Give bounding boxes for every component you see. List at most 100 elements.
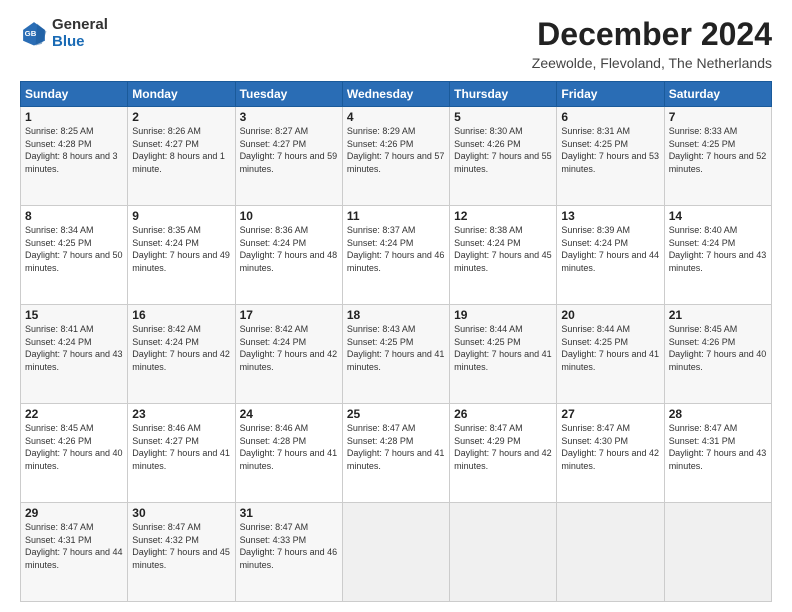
logo-icon: GB (20, 19, 48, 47)
day-header-monday: Monday (128, 82, 235, 107)
day-info: Sunrise: 8:29 AMSunset: 4:26 PMDaylight:… (347, 126, 445, 174)
calendar-cell: 9 Sunrise: 8:35 AMSunset: 4:24 PMDaylight… (128, 206, 235, 305)
header: GB General Blue December 2024 Zeewolde, … (20, 16, 772, 71)
day-info: Sunrise: 8:44 AMSunset: 4:25 PMDaylight:… (454, 324, 552, 372)
page: GB General Blue December 2024 Zeewolde, … (0, 0, 792, 612)
day-number: 16 (132, 308, 230, 322)
day-info: Sunrise: 8:45 AMSunset: 4:26 PMDaylight:… (25, 423, 123, 471)
week-row-2: 8 Sunrise: 8:34 AMSunset: 4:25 PMDaylight… (21, 206, 772, 305)
day-header-tuesday: Tuesday (235, 82, 342, 107)
day-number: 10 (240, 209, 338, 223)
day-info: Sunrise: 8:42 AMSunset: 4:24 PMDaylight:… (132, 324, 230, 372)
day-info: Sunrise: 8:41 AMSunset: 4:24 PMDaylight:… (25, 324, 123, 372)
calendar-cell: 12 Sunrise: 8:38 AMSunset: 4:24 PMDayligh… (450, 206, 557, 305)
day-info: Sunrise: 8:38 AMSunset: 4:24 PMDaylight:… (454, 225, 552, 273)
day-info: Sunrise: 8:39 AMSunset: 4:24 PMDaylight:… (561, 225, 659, 273)
logo: GB General Blue (20, 16, 108, 51)
day-info: Sunrise: 8:47 AMSunset: 4:30 PMDaylight:… (561, 423, 659, 471)
calendar-cell (557, 503, 664, 602)
calendar-cell (664, 503, 771, 602)
day-info: Sunrise: 8:46 AMSunset: 4:27 PMDaylight:… (132, 423, 230, 471)
title-block: December 2024 Zeewolde, Flevoland, The N… (532, 16, 772, 71)
day-number: 8 (25, 209, 123, 223)
day-header-friday: Friday (557, 82, 664, 107)
day-info: Sunrise: 8:47 AMSunset: 4:31 PMDaylight:… (25, 522, 123, 570)
week-row-5: 29 Sunrise: 8:47 AMSunset: 4:31 PMDayligh… (21, 503, 772, 602)
calendar-cell: 16 Sunrise: 8:42 AMSunset: 4:24 PMDayligh… (128, 305, 235, 404)
day-info: Sunrise: 8:47 AMSunset: 4:32 PMDaylight:… (132, 522, 230, 570)
calendar-cell: 17 Sunrise: 8:42 AMSunset: 4:24 PMDayligh… (235, 305, 342, 404)
day-info: Sunrise: 8:35 AMSunset: 4:24 PMDaylight:… (132, 225, 230, 273)
calendar-cell: 24 Sunrise: 8:46 AMSunset: 4:28 PMDayligh… (235, 404, 342, 503)
day-number: 27 (561, 407, 659, 421)
day-info: Sunrise: 8:27 AMSunset: 4:27 PMDaylight:… (240, 126, 338, 174)
day-number: 11 (347, 209, 445, 223)
day-info: Sunrise: 8:36 AMSunset: 4:24 PMDaylight:… (240, 225, 338, 273)
day-info: Sunrise: 8:47 AMSunset: 4:31 PMDaylight:… (669, 423, 767, 471)
day-number: 13 (561, 209, 659, 223)
day-number: 25 (347, 407, 445, 421)
calendar-cell: 21 Sunrise: 8:45 AMSunset: 4:26 PMDayligh… (664, 305, 771, 404)
day-number: 2 (132, 110, 230, 124)
svg-text:GB: GB (25, 29, 37, 38)
day-number: 4 (347, 110, 445, 124)
day-info: Sunrise: 8:34 AMSunset: 4:25 PMDaylight:… (25, 225, 123, 273)
week-row-1: 1 Sunrise: 8:25 AMSunset: 4:28 PMDaylight… (21, 107, 772, 206)
calendar-cell: 19 Sunrise: 8:44 AMSunset: 4:25 PMDayligh… (450, 305, 557, 404)
calendar-cell: 27 Sunrise: 8:47 AMSunset: 4:30 PMDayligh… (557, 404, 664, 503)
day-header-thursday: Thursday (450, 82, 557, 107)
day-info: Sunrise: 8:37 AMSunset: 4:24 PMDaylight:… (347, 225, 445, 273)
calendar-cell: 25 Sunrise: 8:47 AMSunset: 4:28 PMDayligh… (342, 404, 449, 503)
month-title: December 2024 (532, 16, 772, 53)
day-info: Sunrise: 8:47 AMSunset: 4:29 PMDaylight:… (454, 423, 552, 471)
calendar-cell: 5 Sunrise: 8:30 AMSunset: 4:26 PMDaylight… (450, 107, 557, 206)
day-number: 15 (25, 308, 123, 322)
day-number: 17 (240, 308, 338, 322)
day-number: 9 (132, 209, 230, 223)
day-info: Sunrise: 8:47 AMSunset: 4:28 PMDaylight:… (347, 423, 445, 471)
day-info: Sunrise: 8:47 AMSunset: 4:33 PMDaylight:… (240, 522, 338, 570)
day-number: 1 (25, 110, 123, 124)
day-number: 5 (454, 110, 552, 124)
day-number: 6 (561, 110, 659, 124)
calendar-cell: 22 Sunrise: 8:45 AMSunset: 4:26 PMDayligh… (21, 404, 128, 503)
week-row-4: 22 Sunrise: 8:45 AMSunset: 4:26 PMDayligh… (21, 404, 772, 503)
day-info: Sunrise: 8:45 AMSunset: 4:26 PMDaylight:… (669, 324, 767, 372)
day-info: Sunrise: 8:42 AMSunset: 4:24 PMDaylight:… (240, 324, 338, 372)
calendar-table: SundayMondayTuesdayWednesdayThursdayFrid… (20, 81, 772, 602)
day-info: Sunrise: 8:25 AMSunset: 4:28 PMDaylight:… (25, 126, 118, 174)
day-info: Sunrise: 8:46 AMSunset: 4:28 PMDaylight:… (240, 423, 338, 471)
calendar-cell: 26Sunrise: 8:47 AMSunset: 4:29 PMDayligh… (450, 404, 557, 503)
calendar-cell: 3Sunrise: 8:27 AMSunset: 4:27 PMDaylight… (235, 107, 342, 206)
calendar-cell: 18Sunrise: 8:43 AMSunset: 4:25 PMDayligh… (342, 305, 449, 404)
calendar-cell: 10 Sunrise: 8:36 AMSunset: 4:24 PMDayligh… (235, 206, 342, 305)
day-number: 24 (240, 407, 338, 421)
calendar-cell: 20Sunrise: 8:44 AMSunset: 4:25 PMDayligh… (557, 305, 664, 404)
day-number: 12 (454, 209, 552, 223)
day-header-saturday: Saturday (664, 82, 771, 107)
day-number: 30 (132, 506, 230, 520)
day-number: 7 (669, 110, 767, 124)
day-info: Sunrise: 8:33 AMSunset: 4:25 PMDaylight:… (669, 126, 767, 174)
day-number: 29 (25, 506, 123, 520)
day-number: 23 (132, 407, 230, 421)
calendar-cell (342, 503, 449, 602)
day-number: 19 (454, 308, 552, 322)
day-number: 22 (25, 407, 123, 421)
day-info: Sunrise: 8:43 AMSunset: 4:25 PMDaylight:… (347, 324, 445, 372)
calendar-cell: 2 Sunrise: 8:26 AMSunset: 4:27 PMDaylight… (128, 107, 235, 206)
week-row-3: 15 Sunrise: 8:41 AMSunset: 4:24 PMDayligh… (21, 305, 772, 404)
day-number: 21 (669, 308, 767, 322)
calendar-cell: 1 Sunrise: 8:25 AMSunset: 4:28 PMDaylight… (21, 107, 128, 206)
calendar-cell: 13 Sunrise: 8:39 AMSunset: 4:24 PMDayligh… (557, 206, 664, 305)
day-info: Sunrise: 8:30 AMSunset: 4:26 PMDaylight:… (454, 126, 552, 174)
calendar-cell: 6Sunrise: 8:31 AMSunset: 4:25 PMDaylight… (557, 107, 664, 206)
calendar-cell: 28Sunrise: 8:47 AMSunset: 4:31 PMDayligh… (664, 404, 771, 503)
calendar-cell (450, 503, 557, 602)
calendar-cell: 14Sunrise: 8:40 AMSunset: 4:24 PMDayligh… (664, 206, 771, 305)
day-info: Sunrise: 8:40 AMSunset: 4:24 PMDaylight:… (669, 225, 767, 273)
logo-blue: Blue (52, 33, 108, 50)
calendar-cell: 23 Sunrise: 8:46 AMSunset: 4:27 PMDayligh… (128, 404, 235, 503)
day-info: Sunrise: 8:26 AMSunset: 4:27 PMDaylight:… (132, 126, 225, 174)
day-number: 20 (561, 308, 659, 322)
